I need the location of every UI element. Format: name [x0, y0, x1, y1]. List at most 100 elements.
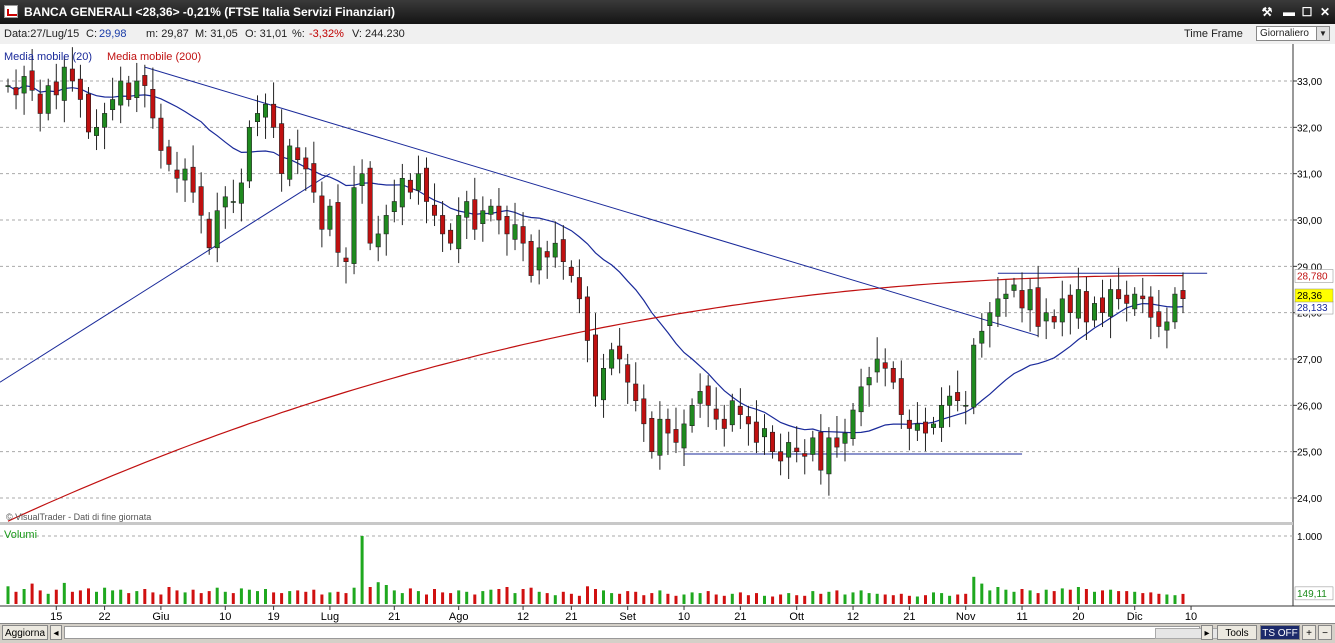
candle-body — [279, 123, 285, 174]
time-scrollbar[interactable] — [64, 626, 1253, 639]
candle-body — [45, 85, 51, 114]
info-open: O: 31,01 — [245, 28, 288, 40]
volume-bar — [738, 592, 742, 604]
zoom-out-button[interactable]: − — [1318, 625, 1332, 640]
scroll-left-button[interactable]: ◂ — [50, 625, 62, 640]
volume-bar — [586, 586, 589, 604]
maximize-icon[interactable]: ☐ — [1299, 4, 1315, 20]
candle-body — [745, 416, 751, 425]
volume-bar — [690, 592, 694, 604]
refresh-button[interactable]: Aggiorna — [2, 625, 48, 640]
volume-bar — [384, 585, 388, 604]
volume-bar — [175, 590, 179, 604]
candle-body — [898, 378, 904, 415]
candle-body — [1067, 294, 1073, 314]
volume-bar — [1133, 591, 1137, 604]
candle-body — [351, 187, 357, 264]
ma20-value-label: 28,133 — [1297, 303, 1328, 314]
volume-bar — [1173, 595, 1177, 604]
candle-body — [5, 85, 11, 87]
volume-bar — [682, 594, 686, 604]
zoom-in-button[interactable]: + — [1302, 625, 1316, 640]
volume-bar — [1012, 591, 1016, 604]
candle-body — [633, 383, 639, 402]
info-volume: V: 244.230 — [352, 28, 405, 40]
tools-button[interactable]: Tools — [1217, 625, 1257, 640]
volume-bar — [256, 591, 259, 604]
volume-bar — [851, 592, 855, 604]
volume-bar — [835, 590, 839, 604]
price-panel — [0, 44, 1293, 522]
price-tick-label: 30,00 — [1297, 216, 1322, 227]
volume-bar — [915, 596, 919, 604]
volume-bar — [127, 593, 131, 604]
candle-body — [922, 421, 928, 434]
candle-body — [456, 215, 462, 250]
volume-bar — [360, 536, 364, 604]
candle-body — [174, 169, 180, 179]
candle-body — [110, 99, 116, 110]
volume-bar — [602, 590, 605, 604]
price-tick-label: 26,00 — [1297, 401, 1322, 412]
ts-toggle-button[interactable]: TS OFF — [1260, 625, 1300, 640]
candle-body — [343, 257, 349, 263]
candle-body — [617, 345, 623, 360]
volume-bar — [618, 593, 622, 604]
price-tick-label: 33,00 — [1297, 77, 1322, 88]
volume-bar — [666, 593, 670, 604]
candle-body — [584, 296, 590, 341]
volume-bar — [867, 593, 871, 604]
volume-bar — [497, 589, 501, 604]
volume-bar — [755, 593, 758, 604]
candle-body — [311, 163, 317, 193]
volume-bar — [545, 593, 549, 604]
volume-bar — [481, 591, 485, 604]
volume-bar — [288, 591, 292, 604]
scroll-right-button[interactable]: ▸ — [1201, 625, 1213, 640]
candle-body — [657, 418, 663, 456]
candle-body — [319, 195, 325, 230]
volume-bar — [650, 593, 654, 604]
candle-body — [737, 405, 743, 415]
volume-bar — [95, 591, 98, 604]
volume-bar — [1165, 594, 1169, 604]
candle-body — [230, 201, 236, 203]
volume-bar — [1028, 590, 1032, 604]
candle-body — [383, 215, 389, 235]
volume-bar — [199, 593, 203, 604]
close-icon[interactable]: ✕ — [1317, 4, 1333, 20]
tools-icon[interactable]: ⚒ — [1259, 4, 1275, 20]
candle-body — [415, 173, 421, 191]
volume-bar — [827, 591, 831, 604]
volume-bar — [30, 583, 34, 604]
info-date: Data:27/Lug/15 — [4, 28, 80, 40]
candle-body — [496, 205, 502, 221]
minimize-icon[interactable]: ▬ — [1281, 4, 1297, 20]
candle-body — [544, 251, 550, 258]
candle-body — [118, 80, 124, 106]
info-pct-label: %: — [292, 28, 305, 40]
price-chart[interactable]: 33,0032,0031,0030,0029,0028,0027,0026,00… — [0, 44, 1335, 623]
time-tick-label: Nov — [956, 611, 976, 623]
candle-body — [13, 87, 19, 96]
candle-body — [1043, 312, 1049, 322]
current-price-label: 28,36 — [1297, 291, 1322, 302]
volume-bar — [1084, 589, 1088, 604]
timeframe-select[interactable]: Giornaliero ▼ — [1256, 26, 1330, 41]
candle-body — [423, 167, 429, 202]
volume-bar — [408, 588, 412, 604]
candle-body — [21, 76, 27, 94]
volume-bar — [779, 594, 783, 604]
volume-bar — [368, 587, 372, 604]
dropdown-arrow-icon[interactable]: ▼ — [1316, 27, 1329, 40]
candle-body — [689, 404, 695, 426]
volume-bar — [392, 590, 396, 604]
volume-bar — [489, 589, 493, 604]
candle-body — [464, 201, 470, 218]
candle-body — [1092, 303, 1098, 321]
volume-bar — [658, 590, 662, 604]
volume-bar — [111, 590, 115, 604]
volume-bar — [1068, 589, 1072, 604]
volume-bar — [1101, 590, 1104, 604]
candle-body — [255, 113, 261, 123]
